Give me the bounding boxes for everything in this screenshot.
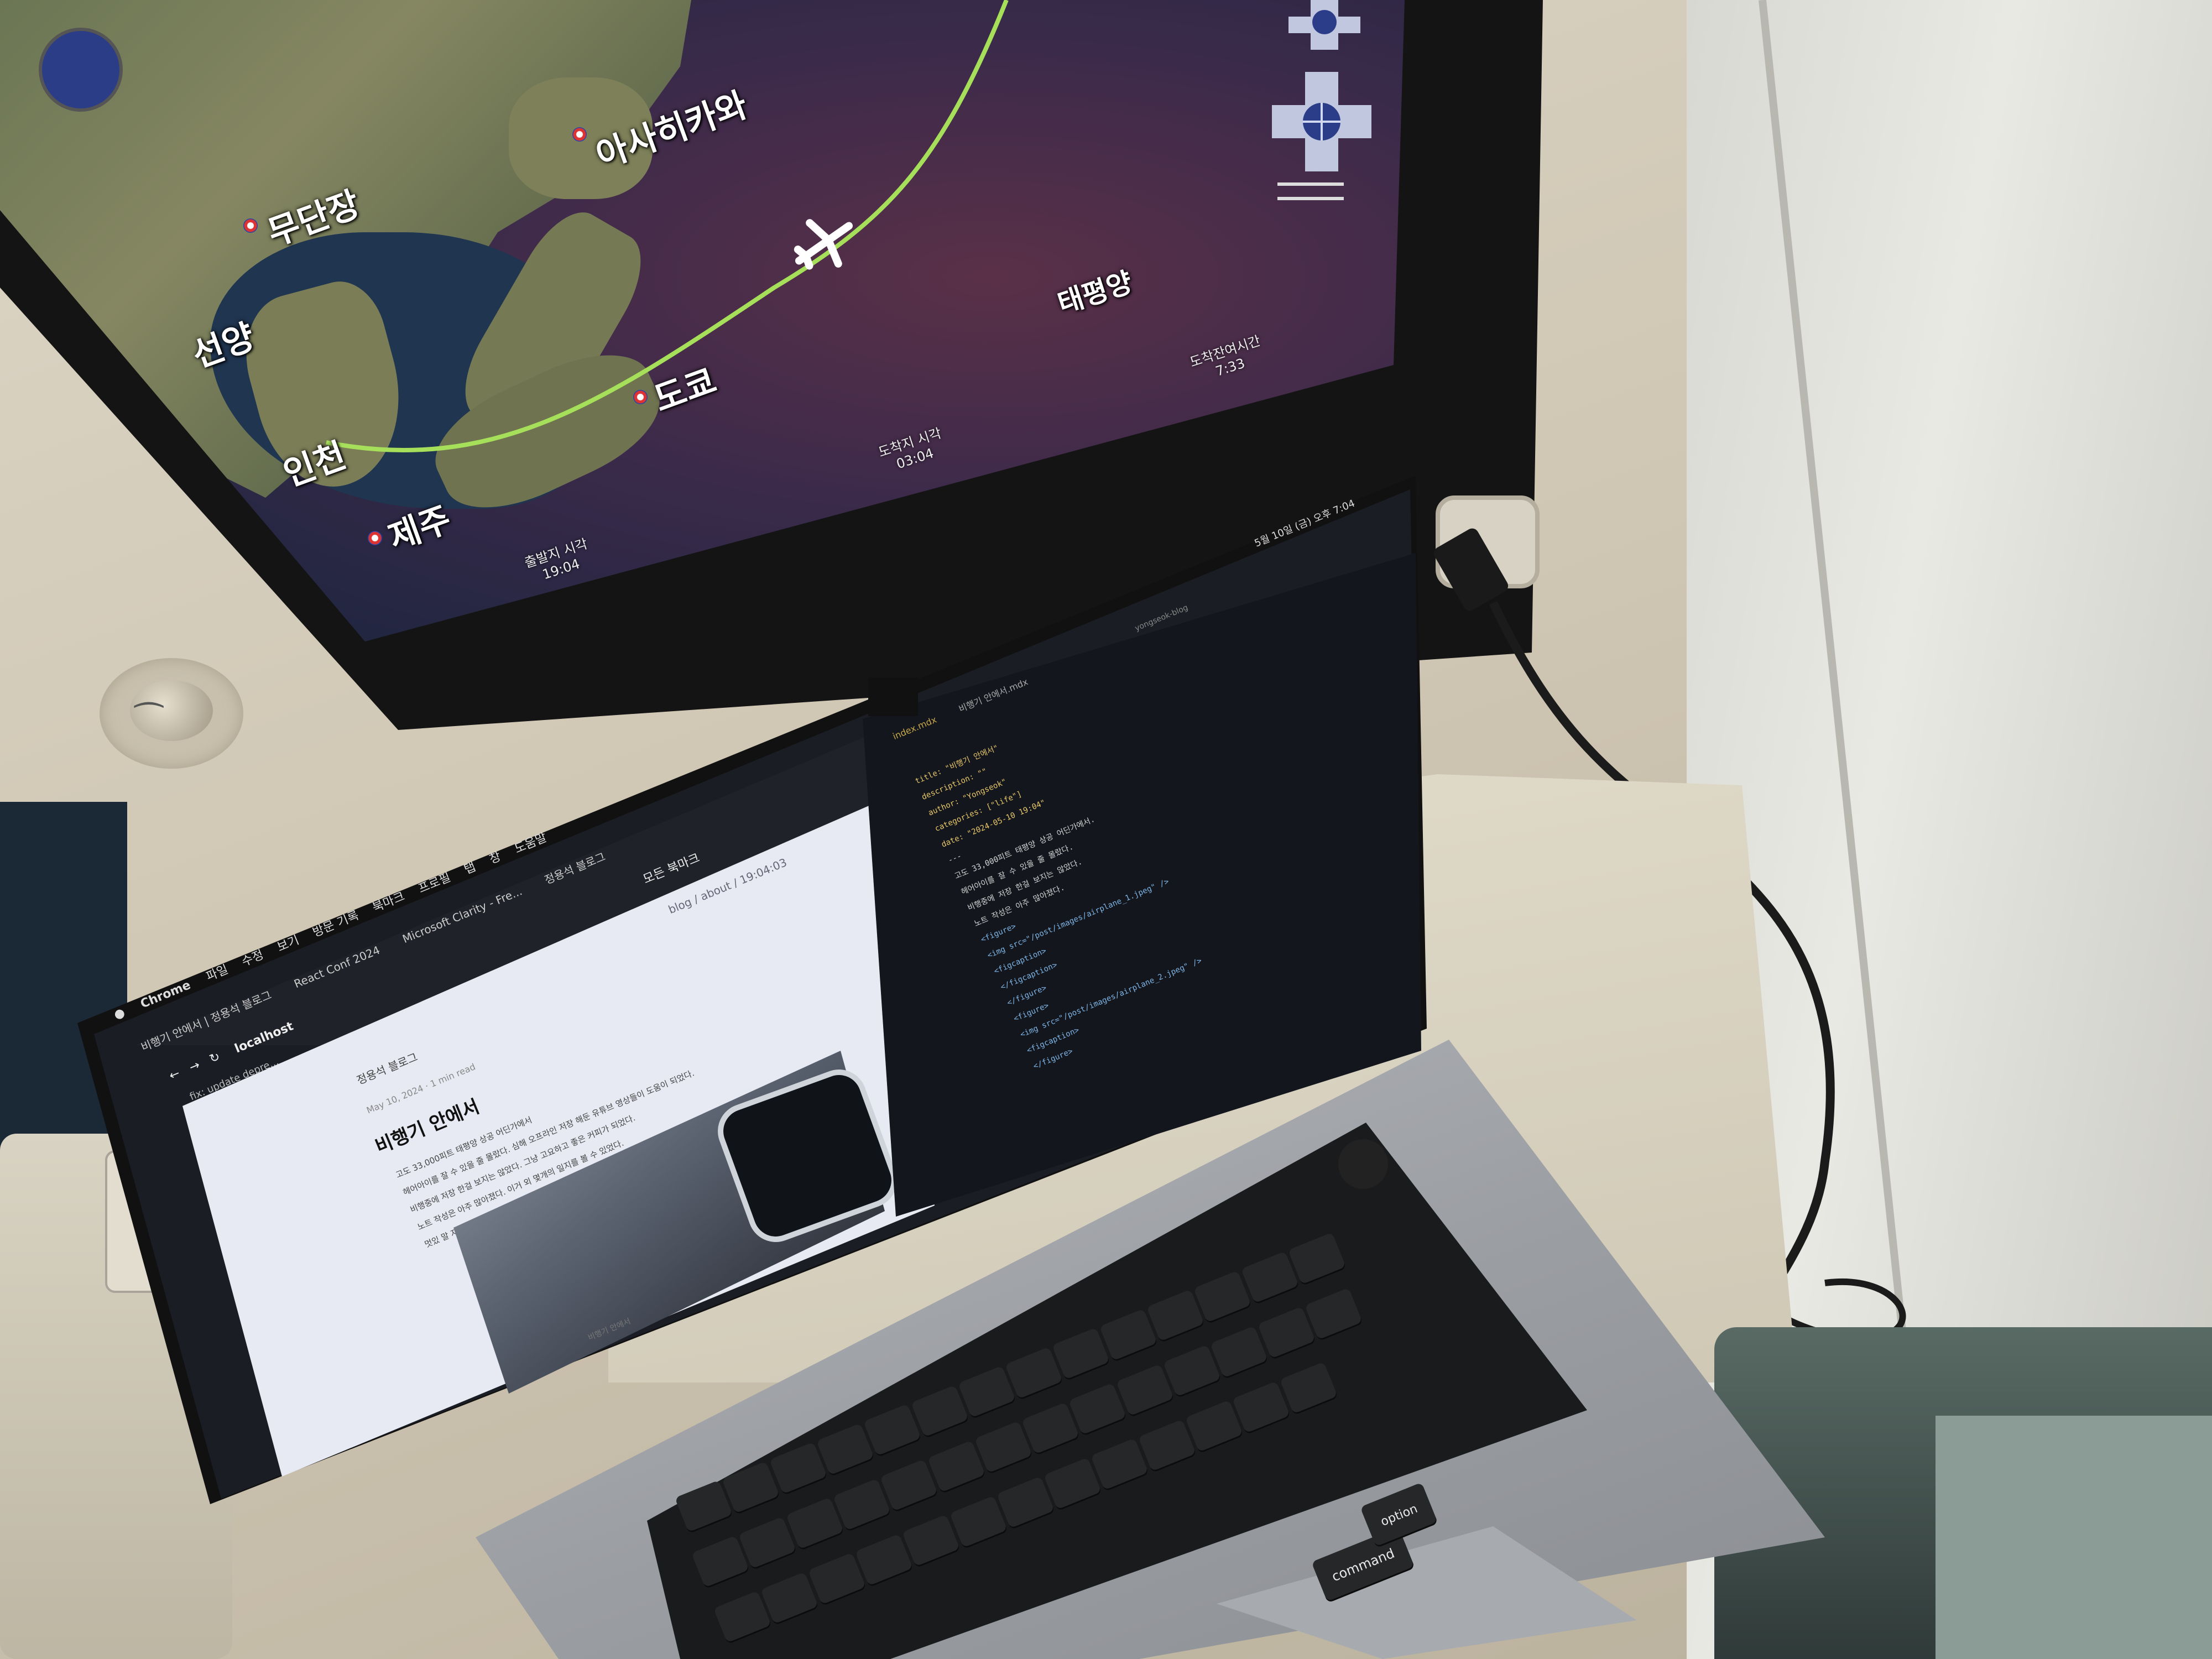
keyboard-key[interactable]: [880, 1459, 939, 1513]
keyboard-key[interactable]: [854, 1533, 914, 1588]
keyboard-key[interactable]: [816, 1423, 875, 1477]
keyboard-key[interactable]: [863, 1404, 922, 1458]
keyboard-key[interactable]: [1099, 1308, 1158, 1363]
keyboard-key[interactable]: [675, 1480, 733, 1534]
keyboard-key[interactable]: [1279, 1361, 1338, 1416]
keyboard-key[interactable]: [1287, 1232, 1347, 1286]
keyboard-keys: command option: [0, 0, 2212, 1659]
keyboard-key[interactable]: [722, 1460, 781, 1515]
keyboard-key[interactable]: [1185, 1400, 1244, 1454]
keyboard-key[interactable]: [1163, 1344, 1222, 1399]
keyboard-key[interactable]: [1052, 1327, 1111, 1381]
keyboard-key[interactable]: [769, 1442, 828, 1496]
keyboard-key[interactable]: [832, 1478, 891, 1532]
keyboard-key[interactable]: [902, 1514, 961, 1568]
keyboard-key[interactable]: [1232, 1381, 1291, 1435]
keyboard-key[interactable]: [1193, 1270, 1253, 1324]
keyboard-key[interactable]: [1257, 1306, 1316, 1360]
keyboard-key[interactable]: [1005, 1347, 1064, 1401]
keyboard-key[interactable]: [949, 1495, 1008, 1550]
keyboard-key[interactable]: [927, 1440, 986, 1494]
keyboard-key[interactable]: [974, 1421, 1033, 1475]
keyboard-key[interactable]: [996, 1476, 1055, 1530]
keyboard-key[interactable]: [1304, 1287, 1363, 1342]
keyboard-key[interactable]: [1091, 1438, 1150, 1492]
keyboard-key[interactable]: [785, 1497, 844, 1551]
keyboard-key[interactable]: [713, 1590, 772, 1645]
keyboard-key[interactable]: [1210, 1326, 1269, 1380]
keyboard-key[interactable]: [1068, 1383, 1128, 1437]
keyboard-key[interactable]: [760, 1571, 820, 1626]
keyboard-key[interactable]: [1138, 1419, 1197, 1473]
keyboard-key[interactable]: [1021, 1402, 1081, 1456]
keyboard-key[interactable]: [910, 1385, 969, 1439]
keyboard-key[interactable]: [1044, 1457, 1103, 1511]
keyboard-key[interactable]: [807, 1552, 867, 1606]
keyboard-key[interactable]: [1240, 1251, 1300, 1305]
keyboard-key[interactable]: [691, 1535, 750, 1589]
keyboard-key[interactable]: [957, 1365, 1016, 1420]
keyboard-key[interactable]: [1146, 1289, 1205, 1343]
keyboard-key[interactable]: [738, 1516, 797, 1571]
keyboard-key[interactable]: [1115, 1364, 1175, 1418]
